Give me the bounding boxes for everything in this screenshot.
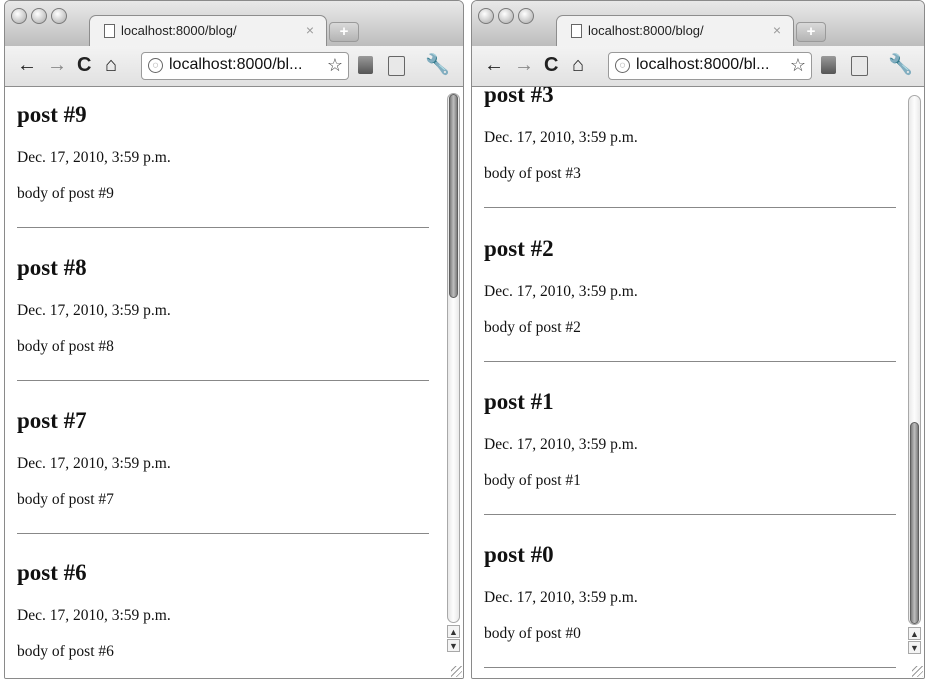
tab-title: localhost:8000/blog/ xyxy=(121,23,237,38)
globe-icon: ◌ xyxy=(148,58,163,73)
wrench-menu-icon[interactable]: 🔧 xyxy=(425,54,450,76)
address-bar[interactable]: ◌ localhost:8000/bl... ☆ xyxy=(608,52,812,80)
scroll-down-arrow[interactable]: ▼ xyxy=(447,639,460,652)
post-date: Dec. 17, 2010, 3:59 p.m. xyxy=(484,436,638,453)
post-entry: post #8 Dec. 17, 2010, 3:59 p.m. body of… xyxy=(17,254,429,381)
tab-close-icon[interactable]: × xyxy=(306,22,314,38)
minimize-window-button[interactable] xyxy=(498,8,514,24)
bookmark-star-icon[interactable]: ☆ xyxy=(327,55,343,76)
title-bar: localhost:8000/blog/ × + xyxy=(5,1,463,46)
post-body: body of post #2 xyxy=(484,319,581,336)
bookmark-star-icon[interactable]: ☆ xyxy=(790,55,806,76)
scroll-up-arrow[interactable]: ▲ xyxy=(447,625,460,638)
new-tab-button[interactable]: + xyxy=(329,22,359,42)
window-controls xyxy=(478,8,534,24)
page-icon xyxy=(104,24,115,38)
resize-grip[interactable] xyxy=(451,666,462,677)
post-entry: post #9 Dec. 17, 2010, 3:59 p.m. body of… xyxy=(17,101,429,228)
post-title: post #3 xyxy=(484,87,554,107)
post-body: body of post #9 xyxy=(17,185,114,202)
post-divider xyxy=(484,514,896,515)
post-divider xyxy=(17,380,429,381)
post-entry: post #6 Dec. 17, 2010, 3:59 p.m. body of… xyxy=(17,559,429,660)
post-title: post #7 xyxy=(17,408,87,433)
post-body: body of post #1 xyxy=(484,472,581,489)
forward-button[interactable]: → xyxy=(514,54,534,76)
post-date: Dec. 17, 2010, 3:59 p.m. xyxy=(17,607,171,624)
post-divider xyxy=(17,533,429,534)
browser-tab[interactable]: localhost:8000/blog/ × xyxy=(89,15,327,46)
close-window-button[interactable] xyxy=(478,8,494,24)
reload-button[interactable]: C xyxy=(544,54,558,76)
post-date: Dec. 17, 2010, 3:59 p.m. xyxy=(17,302,171,319)
tab-close-icon[interactable]: × xyxy=(773,22,781,38)
tab-title: localhost:8000/blog/ xyxy=(588,23,704,38)
back-button[interactable]: ← xyxy=(484,54,504,76)
page-icon xyxy=(571,24,582,38)
wrench-menu-icon[interactable]: 🔧 xyxy=(888,54,913,76)
post-entry: post #2 Dec. 17, 2010, 3:59 p.m. body of… xyxy=(484,235,896,362)
post-divider xyxy=(484,207,896,208)
post-body: body of post #7 xyxy=(17,491,114,508)
forward-button[interactable]: → xyxy=(47,54,67,76)
post-date: Dec. 17, 2010, 3:59 p.m. xyxy=(484,283,638,300)
post-entry: post #3 Dec. 17, 2010, 3:59 p.m. body of… xyxy=(484,87,896,208)
post-title: post #6 xyxy=(17,560,87,585)
address-bar[interactable]: ◌ localhost:8000/bl... ☆ xyxy=(141,52,349,80)
toolbar: ← → C ⌂ ◌ localhost:8000/bl... ☆ 🔧 xyxy=(5,46,463,87)
post-date: Dec. 17, 2010, 3:59 p.m. xyxy=(17,149,171,166)
post-date: Dec. 17, 2010, 3:59 p.m. xyxy=(484,129,638,146)
post-body: body of post #3 xyxy=(484,165,581,182)
globe-icon: ◌ xyxy=(615,58,630,73)
home-button[interactable]: ⌂ xyxy=(105,54,117,76)
scroll-up-arrow[interactable]: ▲ xyxy=(908,627,921,640)
post-entry: post #7 Dec. 17, 2010, 3:59 p.m. body of… xyxy=(17,407,429,534)
vertical-scrollbar[interactable] xyxy=(447,93,460,623)
post-body: body of post #6 xyxy=(17,643,114,660)
address-url: localhost:8000/bl... xyxy=(636,56,770,73)
post-title: post #0 xyxy=(484,542,554,567)
reload-button[interactable]: C xyxy=(77,54,91,76)
post-date: Dec. 17, 2010, 3:59 p.m. xyxy=(17,455,171,472)
address-url: localhost:8000/bl... xyxy=(169,56,303,73)
browser-window-left: localhost:8000/blog/ × + ← → C ⌂ ◌ local… xyxy=(4,0,464,679)
vertical-scrollbar[interactable] xyxy=(908,95,921,625)
post-title: post #1 xyxy=(484,389,554,414)
toolbar: ← → C ⌂ ◌ localhost:8000/bl... ☆ 🔧 xyxy=(472,46,924,87)
zoom-window-button[interactable] xyxy=(518,8,534,24)
post-title: post #9 xyxy=(17,102,87,127)
zoom-window-button[interactable] xyxy=(51,8,67,24)
extension-book-icon[interactable] xyxy=(358,56,373,74)
post-entry: post #0 Dec. 17, 2010, 3:59 p.m. body of… xyxy=(484,541,896,668)
scroll-down-arrow[interactable]: ▼ xyxy=(908,641,921,654)
browser-window-right: localhost:8000/blog/ × + ← → C ⌂ ◌ local… xyxy=(471,0,925,679)
scrollbar-thumb[interactable] xyxy=(449,94,458,298)
post-entry: post #1 Dec. 17, 2010, 3:59 p.m. body of… xyxy=(484,388,896,515)
window-controls xyxy=(11,8,67,24)
scrollbar-thumb[interactable] xyxy=(910,422,919,624)
back-button[interactable]: ← xyxy=(17,54,37,76)
post-body: body of post #8 xyxy=(17,338,114,355)
page-content: post #3 Dec. 17, 2010, 3:59 p.m. body of… xyxy=(472,87,924,678)
extension-book-icon[interactable] xyxy=(821,56,836,74)
home-button[interactable]: ⌂ xyxy=(572,54,584,76)
post-title: post #2 xyxy=(484,236,554,261)
post-divider xyxy=(484,667,896,668)
title-bar: localhost:8000/blog/ × + xyxy=(472,1,924,46)
post-date: Dec. 17, 2010, 3:59 p.m. xyxy=(484,589,638,606)
minimize-window-button[interactable] xyxy=(31,8,47,24)
post-divider xyxy=(17,227,429,228)
translate-icon[interactable] xyxy=(388,56,405,76)
translate-icon[interactable] xyxy=(851,56,868,76)
page-content: post #9 Dec. 17, 2010, 3:59 p.m. body of… xyxy=(5,87,463,678)
post-divider xyxy=(484,361,896,362)
post-body: body of post #0 xyxy=(484,625,581,642)
close-window-button[interactable] xyxy=(11,8,27,24)
post-title: post #8 xyxy=(17,255,87,280)
new-tab-button[interactable]: + xyxy=(796,22,826,42)
resize-grip[interactable] xyxy=(912,666,923,677)
browser-tab[interactable]: localhost:8000/blog/ × xyxy=(556,15,794,46)
